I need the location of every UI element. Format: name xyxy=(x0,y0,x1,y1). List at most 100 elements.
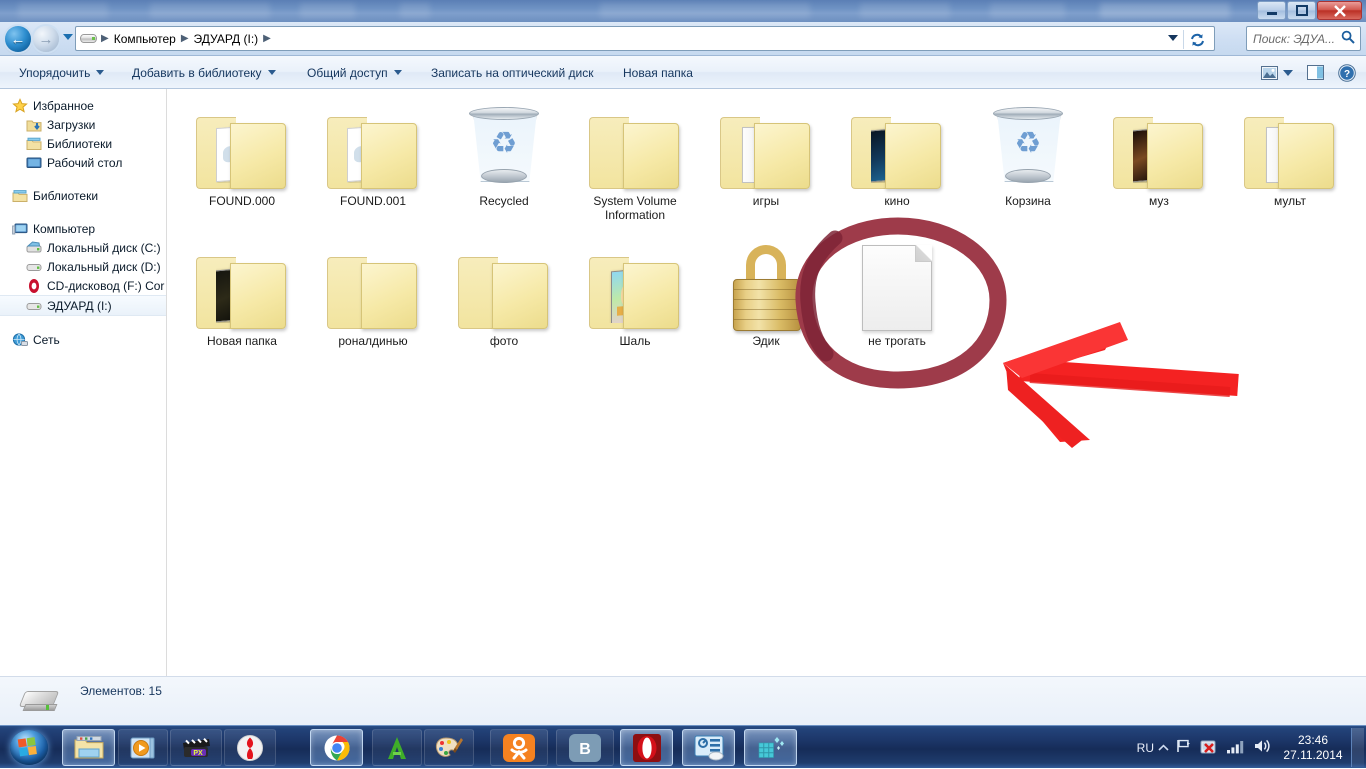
sidebar-item-drive-c[interactable]: Локальный диск (C:) xyxy=(0,238,166,257)
file-item-igry[interactable]: игры xyxy=(703,95,829,208)
file-item-muz[interactable]: муз xyxy=(1096,95,1222,208)
title-bar[interactable] xyxy=(0,0,1366,22)
clock[interactable]: 23:46 27.11.2014 xyxy=(1276,733,1350,763)
chevron-up-icon[interactable] xyxy=(1154,741,1172,755)
search-box[interactable]: Поиск: ЭДУА... xyxy=(1246,26,1361,51)
breadcrumb-separator-2[interactable]: ▶ xyxy=(262,33,272,44)
maximize-button[interactable] xyxy=(1287,1,1316,20)
file-item-foto[interactable]: фото xyxy=(441,235,567,348)
system-drive-icon xyxy=(26,240,42,256)
folder-empty-icon xyxy=(572,95,698,191)
drive-icon xyxy=(26,259,42,275)
search-input[interactable]: Поиск: ЭДУА... xyxy=(1247,32,1341,46)
close-button[interactable] xyxy=(1317,1,1362,20)
sidebar-group-network[interactable]: Сеть xyxy=(0,330,166,349)
sidebar-item-drive-d[interactable]: Локальный диск (D:) xyxy=(0,257,166,276)
file-label: кино xyxy=(884,194,910,208)
new-folder-button[interactable]: Новая папка xyxy=(616,61,700,84)
help-button[interactable]: ? xyxy=(1334,60,1360,85)
action-flag-icon[interactable] xyxy=(1172,738,1196,757)
paint-taskbar-button[interactable] xyxy=(424,729,474,766)
file-item-novaya-papka[interactable]: Новая папка xyxy=(179,235,305,348)
downloads-folder-icon xyxy=(26,117,42,133)
breadcrumb-computer[interactable]: Компьютер xyxy=(110,31,180,47)
file-item-kino[interactable]: кино xyxy=(834,95,960,208)
file-item-ronaldinho[interactable]: роналдинью xyxy=(310,235,436,348)
amigo-taskbar-button[interactable] xyxy=(372,729,422,766)
title-bar-blurred-content xyxy=(0,0,1366,22)
show-desktop-button[interactable] xyxy=(1351,728,1364,767)
breadcrumb-drive[interactable]: ЭДУАРД (I:) xyxy=(190,31,263,47)
address-bar[interactable]: ▶ Компьютер ▶ ЭДУАРД (I:) ▶ xyxy=(75,26,1215,51)
address-dropdown-icon[interactable] xyxy=(1168,35,1178,41)
file-item-ne-trogat[interactable]: не трогать xyxy=(834,235,960,348)
explorer-window: ← → ▶ Компьютер ▶ ЭДУАРД (I:) ▶ Поиск: Э… xyxy=(0,0,1366,725)
explorer-taskbar-button[interactable] xyxy=(62,729,115,766)
file-item-found001[interactable]: FOUND.001 xyxy=(310,95,436,208)
refresh-button[interactable] xyxy=(1183,30,1210,49)
organize-button[interactable]: Упорядочить xyxy=(12,61,111,84)
status-bar xyxy=(0,676,1366,725)
back-button[interactable]: ← xyxy=(5,26,31,52)
file-item-korzina[interactable]: ♻ Корзина xyxy=(965,95,1091,208)
file-item-recycled[interactable]: ♻ Recycled xyxy=(441,95,567,208)
sidebar-group-libraries[interactable]: Библиотеки xyxy=(0,186,166,205)
sidebar-label-drive-c: Локальный диск (C:) xyxy=(47,240,161,255)
file-label: FOUND.000 xyxy=(208,194,276,208)
volume-icon[interactable] xyxy=(1248,738,1276,757)
add-to-library-label: Добавить в библиотеку xyxy=(132,65,262,80)
sidebar-item-desktop[interactable]: Рабочий стол xyxy=(0,153,166,172)
sidebar-item-cd-drive[interactable]: CD-дисковод (F:) Cor xyxy=(0,276,166,295)
window-buttons xyxy=(1257,1,1362,21)
sidebar-item-drive-i[interactable]: ЭДУАРД (I:) xyxy=(0,295,166,316)
sidebar-label-computer: Компьютер xyxy=(33,221,96,236)
tray-language-indicator[interactable]: RU xyxy=(1137,741,1154,755)
tuneup-taskbar-button[interactable] xyxy=(682,729,735,766)
burn-to-disc-label: Записать на оптический диск xyxy=(431,65,594,80)
video-editor-taskbar-button[interactable]: PX xyxy=(170,729,222,766)
sidebar-label-drive-d: Локальный диск (D:) xyxy=(47,259,161,274)
clock-time: 23:46 xyxy=(1297,732,1329,747)
yandex-browser-taskbar-button[interactable] xyxy=(224,729,276,766)
taskbar: PX В RU 23:46 27.11.2014 xyxy=(0,725,1366,768)
star-icon xyxy=(12,97,28,114)
network-signal-icon[interactable] xyxy=(1222,739,1248,757)
recent-pages-dropdown-icon[interactable] xyxy=(63,34,73,40)
opera-taskbar-button[interactable] xyxy=(620,729,673,766)
chevron-down-icon xyxy=(96,70,105,75)
media-player-taskbar-button[interactable] xyxy=(118,729,168,766)
sidebar-label-desktop: Рабочий стол xyxy=(47,155,123,170)
minimize-button[interactable] xyxy=(1257,1,1286,20)
tuneup-icon xyxy=(694,735,723,760)
file-item-system-volume-information[interactable]: System Volume Information xyxy=(572,95,698,222)
folder-media-icon xyxy=(1096,95,1222,191)
forward-button[interactable]: → xyxy=(33,26,59,52)
vkontakte-taskbar-button[interactable]: В xyxy=(556,729,614,766)
change-view-button[interactable] xyxy=(1256,60,1282,85)
burn-to-disc-button[interactable]: Записать на оптический диск xyxy=(424,61,601,84)
padlock-file-icon xyxy=(703,235,829,331)
file-list-view[interactable]: FOUND.000 FOUND.001 ♻ Recycled System Vo… xyxy=(168,89,1366,676)
drive-icon xyxy=(18,689,60,715)
command-bar-right: ? xyxy=(1256,60,1360,85)
sidebar-group-computer[interactable]: Компьютер xyxy=(0,219,166,238)
file-item-mult[interactable]: мульт xyxy=(1227,95,1353,208)
antivirus-icon[interactable] xyxy=(1196,738,1222,758)
sidebar-group-favorites[interactable]: Избранное xyxy=(0,96,166,115)
defrag-taskbar-button[interactable] xyxy=(744,729,797,766)
view-dropdown-caret[interactable] xyxy=(1283,69,1293,76)
chrome-taskbar-button[interactable] xyxy=(310,729,363,766)
file-item-edik[interactable]: Эдик xyxy=(703,235,829,348)
share-button[interactable]: Общий доступ xyxy=(300,61,409,84)
file-item-found000[interactable]: FOUND.000 xyxy=(179,95,305,208)
library-folder-icon xyxy=(26,136,42,152)
start-button[interactable] xyxy=(4,728,56,767)
file-label: Эдик xyxy=(752,334,780,348)
odnoklassniki-taskbar-button[interactable] xyxy=(490,729,548,766)
svg-text:PX: PX xyxy=(193,750,203,757)
add-to-library-button[interactable]: Добавить в библиотеку xyxy=(125,61,283,84)
preview-pane-button[interactable] xyxy=(1302,60,1328,85)
file-item-shal[interactable]: Шаль xyxy=(572,235,698,348)
sidebar-item-libraries-fav[interactable]: Библиотеки xyxy=(0,134,166,153)
sidebar-item-downloads[interactable]: Загрузки xyxy=(0,115,166,134)
